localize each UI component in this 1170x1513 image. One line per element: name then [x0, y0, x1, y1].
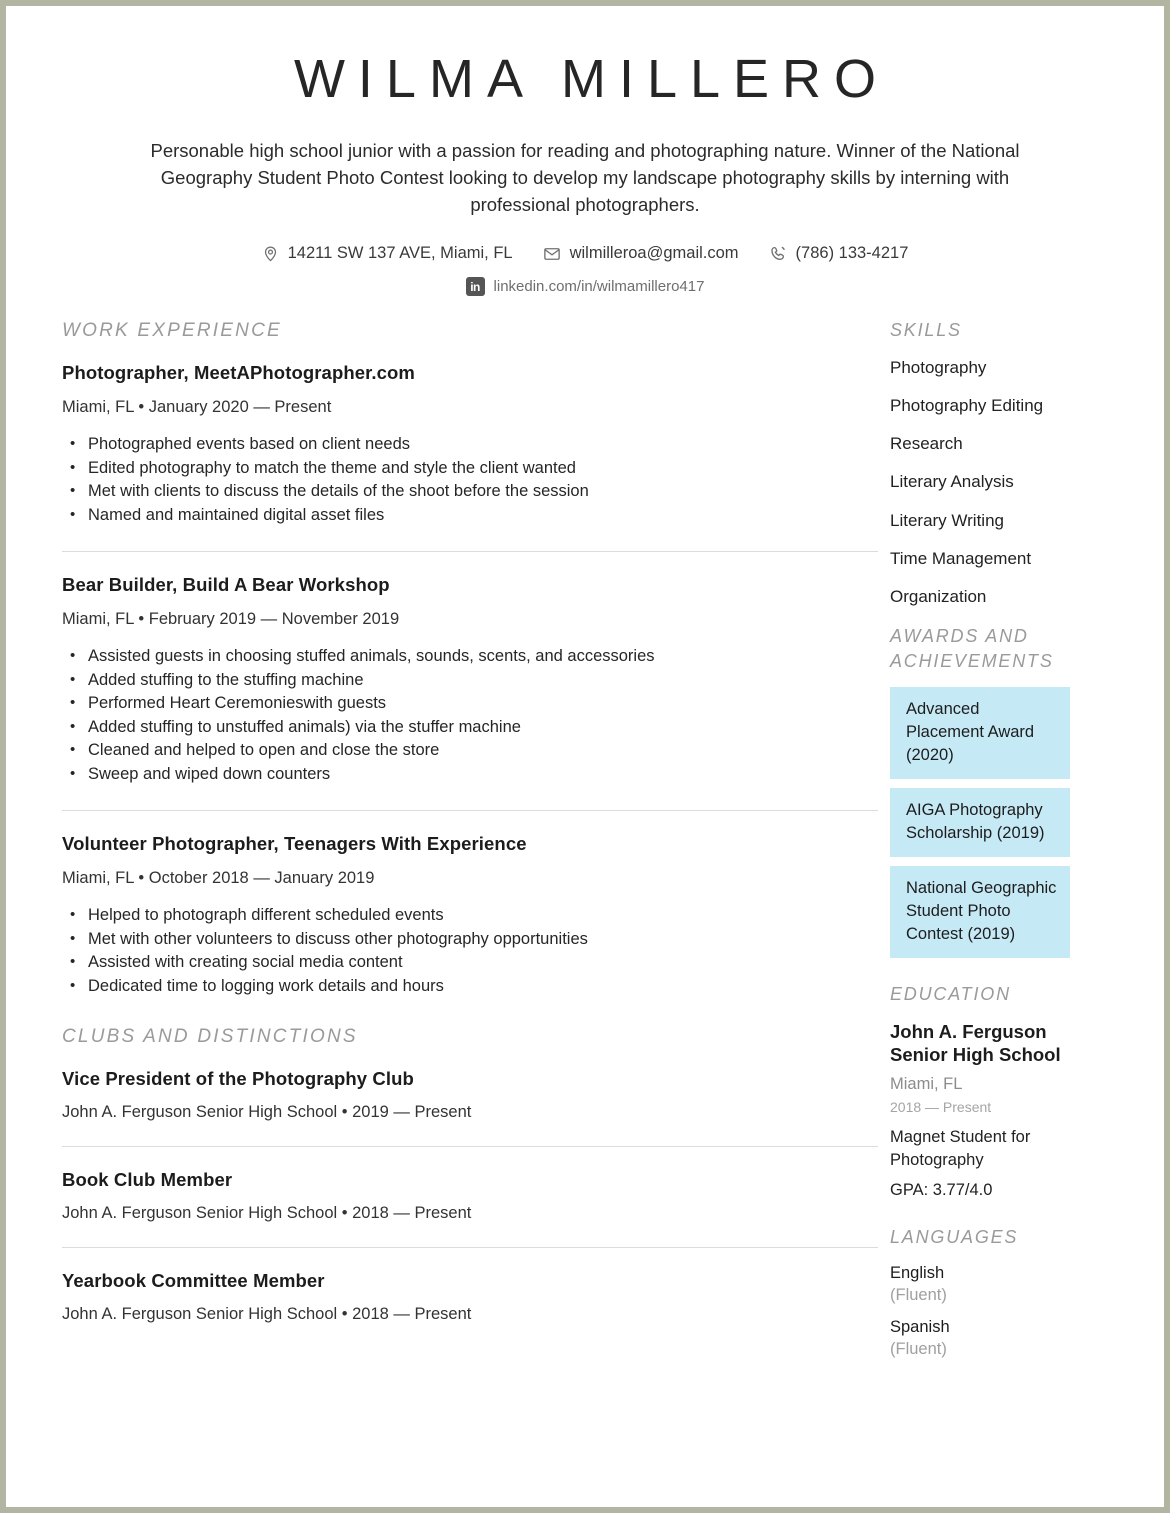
bullet-item: Met with other volunteers to discuss oth… — [70, 927, 848, 951]
skill-item: Literary Analysis — [890, 472, 1014, 492]
phone-icon — [769, 245, 787, 263]
bullet-item: Helped to photograph different scheduled… — [70, 903, 848, 927]
language-level: (Fluent) — [890, 1339, 947, 1358]
language-name: Spanish — [890, 1317, 950, 1336]
contact-address[interactable]: 14211 SW 137 AVE, Miami, FL — [262, 244, 513, 263]
award-badge: National Geographic Student Photo Contes… — [890, 866, 1070, 959]
bullet-item: Named and maintained digital asset files — [70, 503, 848, 527]
section-education: EDUCATION John A. Ferguson Senior High S… — [890, 982, 1108, 1200]
main-column: WORK EXPERIENCE Photographer, MeetAPhoto… — [62, 318, 884, 1325]
contact-linkedin[interactable]: in linkedin.com/in/wilmamillero417 — [6, 277, 1164, 297]
entry-divider — [62, 551, 878, 553]
section-awards-and-achievements: AWARDS AND ACHIEVEMENTS Advanced Placeme… — [890, 624, 1108, 959]
bullet-item: Dedicated time to logging work details a… — [70, 974, 848, 998]
language-name: English — [890, 1263, 945, 1282]
contact-address-text: 14211 SW 137 AVE, Miami, FL — [287, 244, 513, 263]
section-heading-clubs: CLUBS AND DISTINCTIONS — [62, 1026, 358, 1048]
award-badge: AIGA Photography Scholarship (2019) — [890, 788, 1070, 858]
club-entry-title: Vice President of the Photography Club — [62, 1067, 414, 1089]
section-heading-education: EDUCATION — [890, 984, 1011, 1005]
work-entry-bullets: Helped to photograph different scheduled… — [62, 903, 848, 998]
sidebar-column: SKILLS Photography Photography Editing R… — [884, 318, 1108, 1371]
section-clubs-and-distinctions: CLUBS AND DISTINCTIONS Vice President of… — [62, 1024, 878, 1326]
contact-phone[interactable]: (786) 133-4217 — [769, 244, 909, 263]
work-entry-meta: Miami, FL • February 2019 — November 201… — [62, 610, 400, 629]
contact-row: 14211 SW 137 AVE, Miami, FL wilmilleroa@… — [6, 244, 1164, 263]
club-entry-title: Book Club Member — [62, 1168, 233, 1190]
bullet-item: Performed Heart Ceremonieswith guests — [70, 691, 848, 715]
section-heading-languages: LANGUAGES — [890, 1227, 1019, 1248]
professional-summary: Personable high school junior with a pas… — [150, 140, 1020, 216]
work-entry-meta: Miami, FL • October 2018 — January 2019 — [62, 869, 375, 888]
award-badge: Advanced Placement Award (2020) — [890, 687, 1070, 780]
envelope-icon — [543, 245, 561, 263]
resume-body: WORK EXPERIENCE Photographer, MeetAPhoto… — [6, 318, 1164, 1371]
work-entry-title: Bear Builder, Build A Bear Workshop — [62, 574, 390, 596]
education-dates: 2018 — Present — [890, 1099, 992, 1116]
language-item: Spanish (Fluent) — [890, 1318, 1108, 1359]
entry-divider — [62, 1145, 878, 1147]
bullet-item: Edited photography to match the theme an… — [70, 456, 848, 480]
section-heading-awards: AWARDS AND ACHIEVEMENTS — [890, 626, 1054, 671]
page-title: WILMA MILLERO — [293, 49, 890, 109]
section-work-experience: WORK EXPERIENCE Photographer, MeetAPhoto… — [62, 318, 878, 1000]
work-entry: Volunteer Photographer, Teenagers With E… — [62, 833, 848, 1000]
bullet-item: Assisted guests in choosing stuffed anim… — [70, 644, 848, 668]
work-entry-meta: Miami, FL • January 2020 — Present — [62, 398, 332, 417]
education-note: Magnet Student for Photography — [890, 1128, 1031, 1170]
contact-email[interactable]: wilmilleroa@gmail.com — [543, 244, 739, 263]
language-level: (Fluent) — [890, 1285, 947, 1304]
club-entry-meta: John A. Ferguson Senior High School • 20… — [62, 1102, 472, 1121]
contact-linkedin-text: linkedin.com/in/wilmamillero417 — [493, 278, 705, 296]
entry-divider — [62, 1246, 878, 1248]
section-skills: SKILLS Photography Photography Editing R… — [890, 318, 1108, 607]
club-entry: Yearbook Committee Member John A. Fergus… — [62, 1270, 848, 1326]
skill-item: Time Management — [890, 548, 1032, 568]
education-location: Miami, FL — [890, 1075, 963, 1094]
contact-phone-text: (786) 133-4217 — [795, 244, 909, 263]
section-heading-skills: SKILLS — [890, 320, 962, 341]
club-entry: Vice President of the Photography Club J… — [62, 1068, 848, 1124]
resume-page: WILMA MILLERO Personable high school jun… — [0, 0, 1170, 1513]
bullet-item: Cleaned and helped to open and close the… — [70, 738, 848, 762]
education-school: John A. Ferguson Senior High School — [890, 1021, 1061, 1066]
work-entry-title: Photographer, MeetAPhotographer.com — [62, 362, 415, 384]
work-entry-bullets: Photographed events based on client need… — [62, 432, 848, 527]
work-entry: Bear Builder, Build A Bear Workshop Miam… — [62, 574, 848, 788]
skill-item: Literary Writing — [890, 510, 1004, 530]
work-entry-title: Volunteer Photographer, Teenagers With E… — [62, 833, 527, 855]
location-pin-icon — [262, 245, 279, 262]
skill-item: Photography — [890, 357, 987, 377]
resume-header: WILMA MILLERO Personable high school jun… — [6, 6, 1164, 297]
bullet-item: Sweep and wiped down counters — [70, 762, 848, 786]
work-entry-bullets: Assisted guests in choosing stuffed anim… — [62, 644, 848, 786]
skills-list: Photography Photography Editing Research… — [890, 357, 1108, 608]
education-gpa: GPA: 3.77/4.0 — [890, 1181, 993, 1200]
resume-canvas: WILMA MILLERO Personable high school jun… — [6, 6, 1164, 1507]
skill-item: Organization — [890, 587, 987, 607]
section-languages: LANGUAGES English (Fluent) Spanish (Flue… — [890, 1225, 1108, 1358]
work-entry: Photographer, MeetAPhotographer.com Miam… — [62, 362, 848, 529]
entry-divider — [62, 810, 878, 812]
club-entry: Book Club Member John A. Ferguson Senior… — [62, 1169, 848, 1225]
section-heading-work-experience: WORK EXPERIENCE — [62, 320, 282, 342]
contact-email-text: wilmilleroa@gmail.com — [569, 244, 739, 263]
bullet-item: Assisted with creating social media cont… — [70, 950, 848, 974]
skill-item: Photography Editing — [890, 395, 1044, 415]
club-entry-title: Yearbook Committee Member — [62, 1269, 325, 1291]
bullet-item: Added stuffing to the stuffing machine — [70, 668, 848, 692]
bullet-item: Met with clients to discuss the details … — [70, 479, 848, 503]
bullet-item: Photographed events based on client need… — [70, 432, 848, 456]
linkedin-icon: in — [465, 277, 485, 297]
club-entry-meta: John A. Ferguson Senior High School • 20… — [62, 1304, 472, 1323]
language-item: English (Fluent) — [890, 1264, 1108, 1305]
bullet-item: Added stuffing to unstuffed animals) via… — [70, 715, 848, 739]
club-entry-meta: John A. Ferguson Senior High School • 20… — [62, 1203, 472, 1222]
skill-item: Research — [890, 434, 963, 454]
